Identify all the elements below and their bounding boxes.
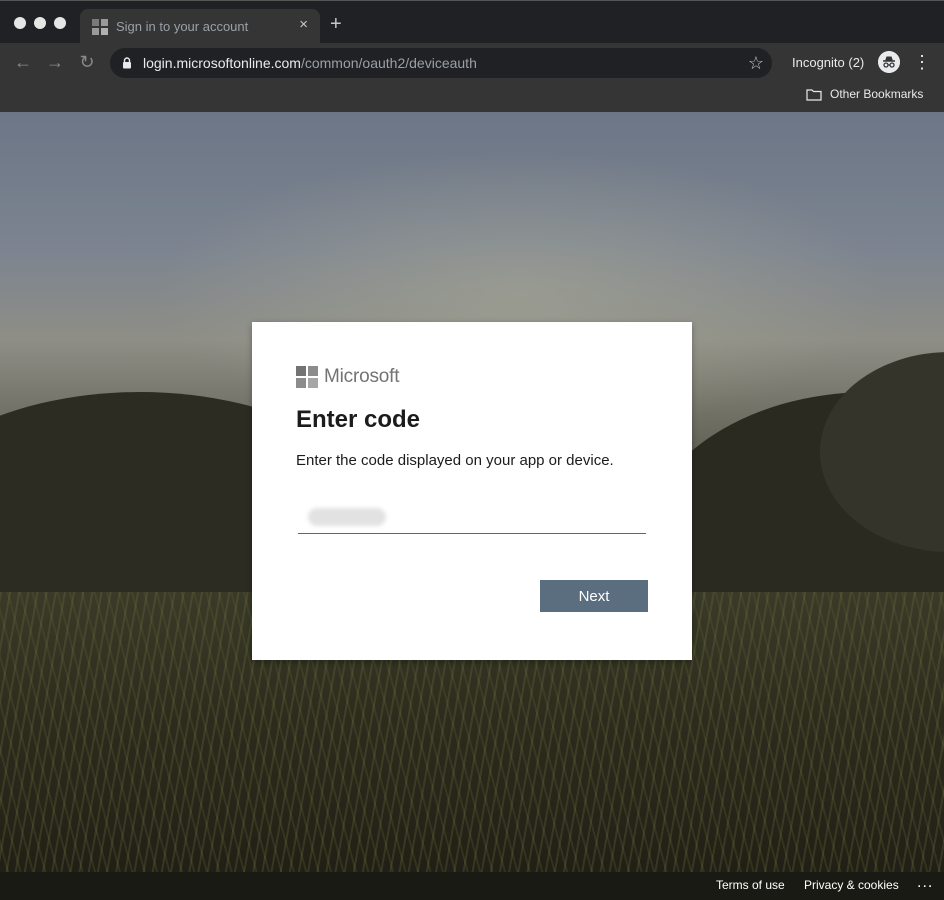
privacy-cookies-link[interactable]: Privacy & cookies — [804, 878, 899, 892]
forward-arrow-icon[interactable]: → — [45, 52, 65, 72]
browser-chrome: Sign in to your account × + ← → ↻ login.… — [0, 0, 944, 112]
more-options-icon[interactable]: ... — [917, 874, 933, 892]
code-description: Enter the code displayed on your app or … — [296, 452, 614, 469]
page-footer: Terms of use Privacy & cookies ... — [0, 872, 944, 900]
url-host: login.microsoftonline.com — [143, 55, 301, 71]
redacted-code — [308, 508, 386, 526]
url-path: /common/oauth2/deviceauth — [300, 55, 477, 71]
minimize-window-button[interactable] — [34, 17, 46, 29]
folder-icon[interactable] — [806, 88, 822, 101]
tab-close-icon[interactable]: × — [299, 17, 308, 33]
browser-menu-icon[interactable]: ⋮ — [913, 52, 931, 72]
incognito-label[interactable]: Incognito (2) — [792, 55, 864, 70]
lock-icon — [123, 57, 131, 69]
tab-sign-in[interactable]: Sign in to your account × — [80, 9, 320, 43]
tab-title: Sign in to your account — [116, 19, 249, 34]
back-arrow-icon[interactable]: ← — [13, 52, 33, 72]
tab-strip: Sign in to your account × + — [0, 1, 944, 43]
terms-of-use-link[interactable]: Terms of use — [716, 878, 785, 892]
reload-icon[interactable]: ↻ — [77, 52, 97, 72]
bookmark-star-icon[interactable]: ☆ — [748, 53, 764, 73]
url-text: login.microsoftonline.com/common/oauth2/… — [143, 55, 477, 71]
incognito-icon[interactable] — [878, 51, 900, 73]
sign-in-card: Microsoft Enter code Enter the code disp… — [252, 322, 692, 660]
browser-toolbar: ← → ↻ login.microsoftonline.com/common/o… — [0, 43, 944, 81]
next-button[interactable]: Next — [540, 580, 648, 612]
microsoft-logo-icon — [296, 366, 318, 388]
page-title: Enter code — [296, 406, 421, 433]
close-window-button[interactable] — [14, 17, 26, 29]
maximize-window-button[interactable] — [54, 17, 66, 29]
microsoft-wordmark: Microsoft — [324, 366, 400, 387]
other-bookmarks-link[interactable]: Other Bookmarks — [830, 87, 923, 101]
bookmarks-bar: Other Bookmarks — [0, 81, 944, 113]
new-tab-icon[interactable]: + — [330, 14, 342, 34]
address-bar[interactable]: login.microsoftonline.com/common/oauth2/… — [110, 48, 772, 78]
microsoft-favicon-icon — [92, 19, 108, 35]
